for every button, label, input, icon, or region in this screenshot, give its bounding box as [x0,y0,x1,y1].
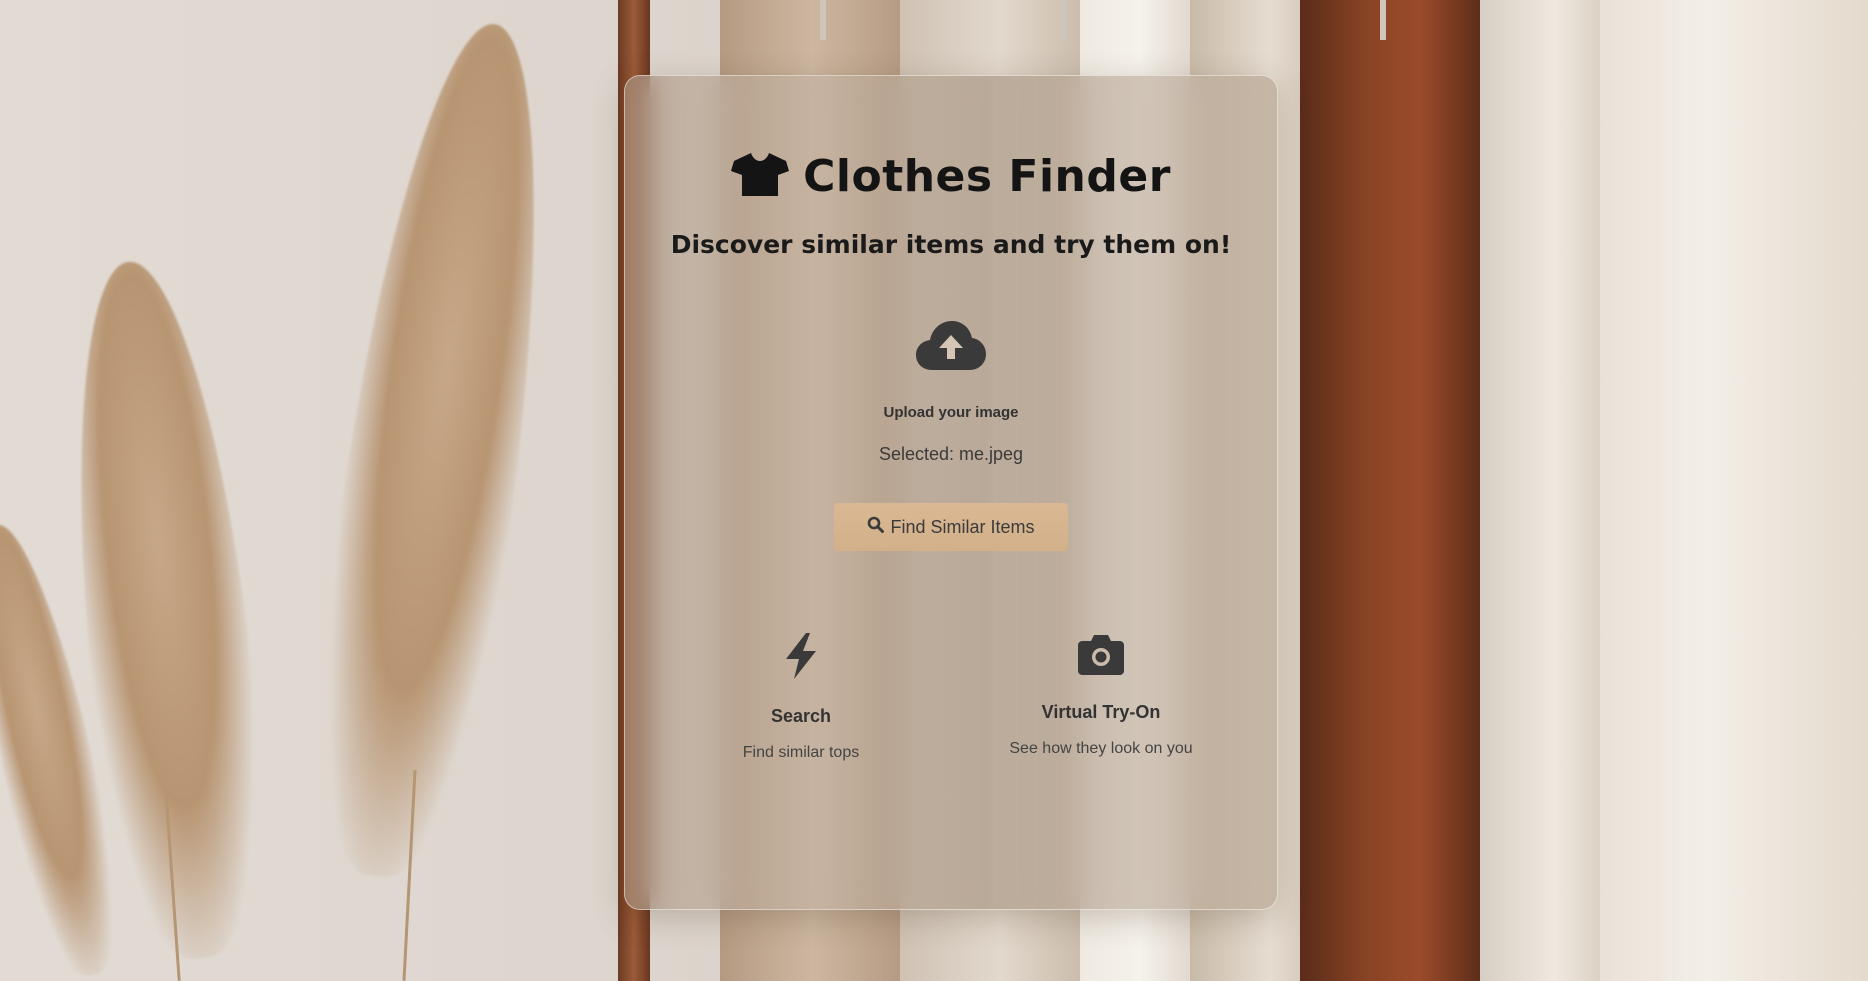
tshirt-icon [731,151,790,202]
cloud-upload-icon[interactable] [916,321,986,376]
bolt-icon [784,633,818,684]
header: Clothes Finder [625,151,1277,202]
feature-title: Search [770,706,832,726]
feature-list: Search Find similar tops Virtual Try-On … [625,633,1277,762]
main-card: Clothes Finder Discover similar items an… [624,75,1278,910]
feature-title: Virtual Try-On [1041,702,1161,722]
feature-description: Find similar tops [742,744,860,761]
camera-icon [1078,633,1124,680]
feature-try-on: Virtual Try-On See how they look on you [951,633,1251,762]
selected-file-text: Selected: me.jpeg [878,444,1024,464]
page-title: Clothes Finder [803,151,1171,202]
find-similar-label: Find Similar Items [890,516,1035,537]
feature-description: See how they look on you [1009,740,1193,757]
find-similar-button[interactable]: Find Similar Items [834,503,1068,551]
upload-label[interactable]: Upload your image [883,404,1018,421]
feature-search: Search Find similar tops [651,633,951,762]
page-subtitle: Discover similar items and try them on! [670,230,1232,259]
search-icon [867,516,885,538]
upload-area[interactable]: Upload your image [625,321,1277,421]
